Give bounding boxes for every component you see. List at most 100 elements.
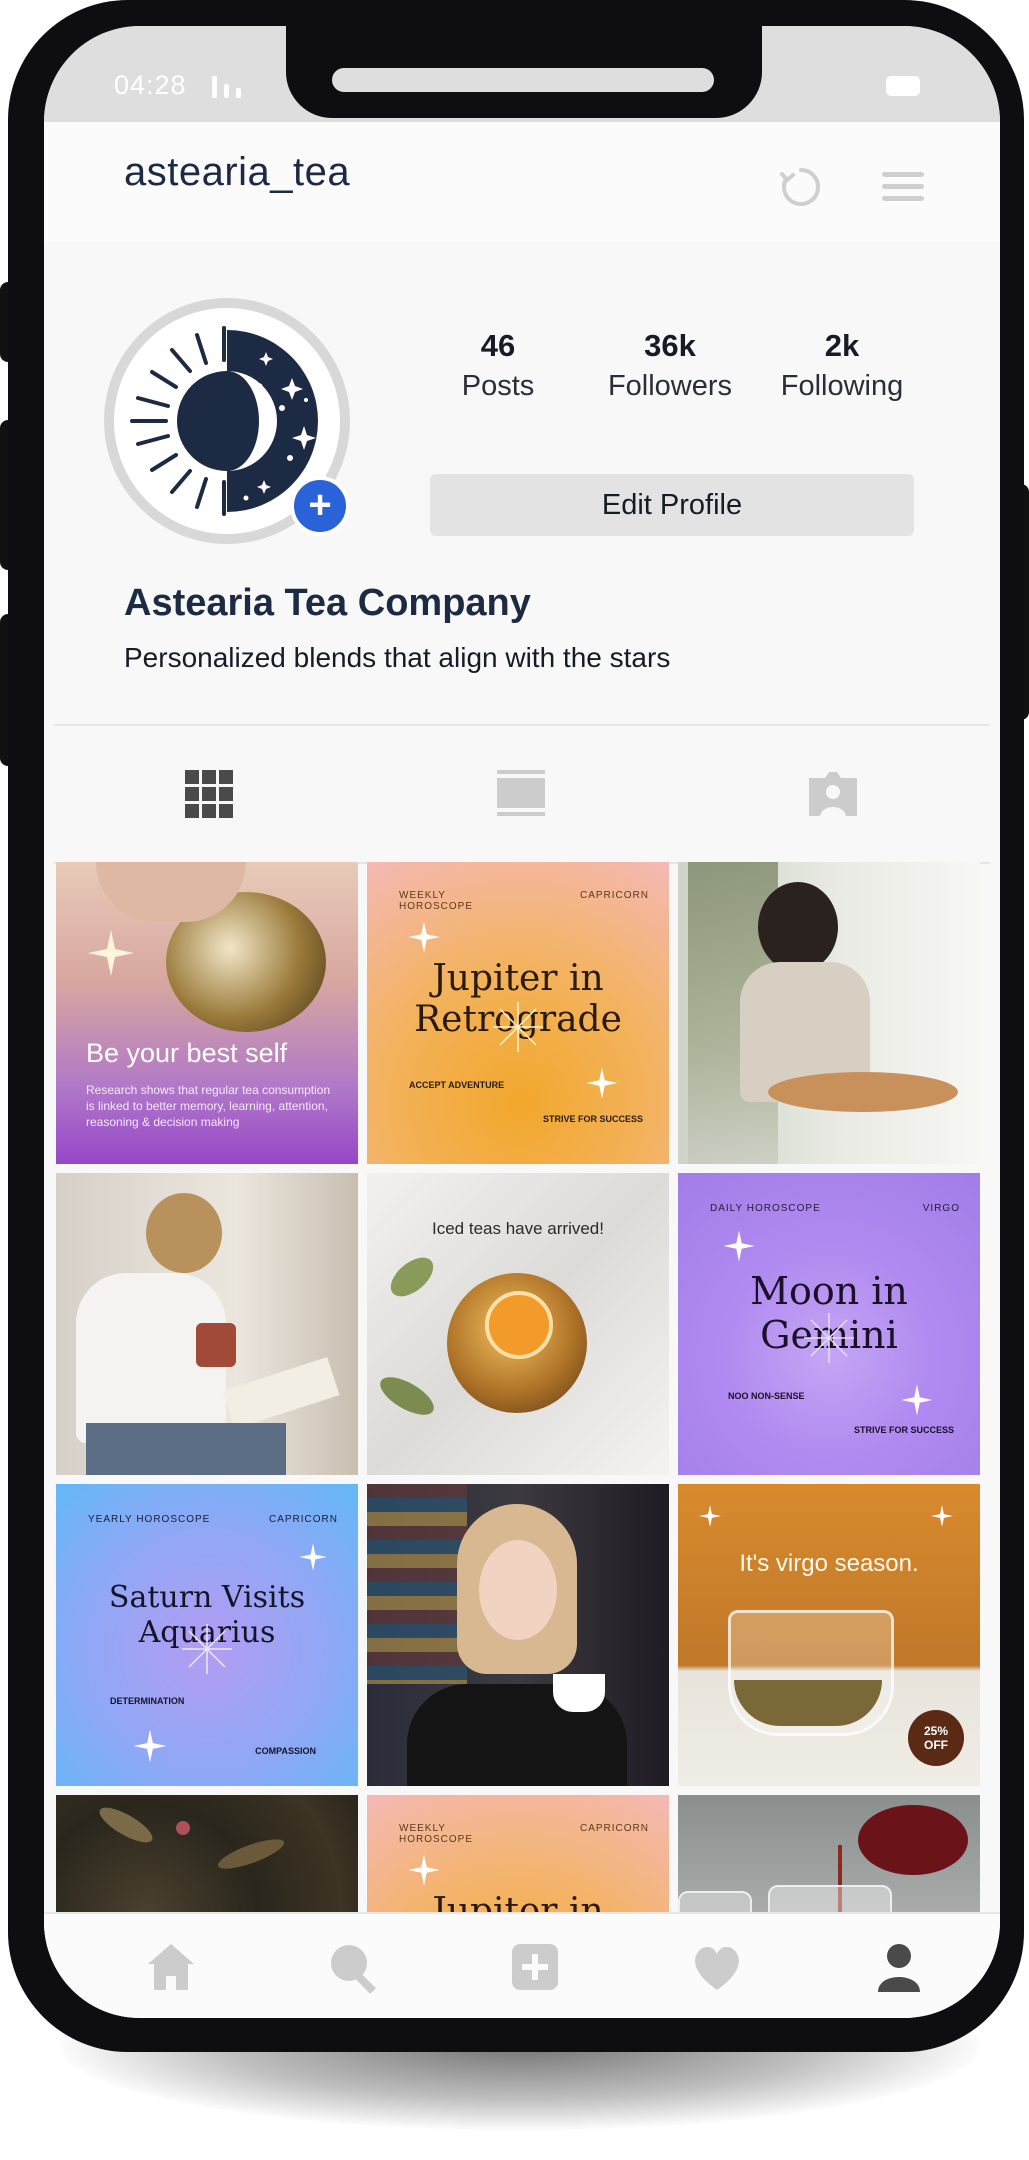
tea-leaves-image xyxy=(95,1801,157,1849)
sparkle-icon xyxy=(698,1504,722,1528)
star-icon xyxy=(182,1624,232,1674)
refresh-icon[interactable] xyxy=(780,166,822,208)
add-story-button[interactable]: + xyxy=(290,476,350,536)
sparkle-icon xyxy=(88,930,134,976)
home-icon[interactable] xyxy=(144,1940,198,1994)
book-image xyxy=(222,1356,340,1430)
post-top-left: WEEKLY HOROSCOPE xyxy=(399,890,474,912)
post-tag-right: COMPASSION xyxy=(255,1746,316,1756)
post-tag-right: STRIVE FOR SUCCESS xyxy=(853,1425,954,1435)
posts-grid: Be your best self Research shows that re… xyxy=(56,862,988,1912)
post-tag-right: STRIVE FOR SUCCESS xyxy=(542,1114,643,1124)
star-icon xyxy=(493,1002,543,1052)
profile-name: Astearia Tea Company xyxy=(124,582,531,624)
post-headline: Jupiter in Retrograde xyxy=(432,1891,604,1912)
hamburger-menu-icon[interactable] xyxy=(882,172,924,202)
tab-tagged[interactable] xyxy=(678,726,990,862)
feed-icon xyxy=(497,770,545,816)
discount-badge-line2: OFF xyxy=(924,1738,948,1752)
heart-icon[interactable] xyxy=(690,1940,744,1994)
leaf-image xyxy=(374,1369,440,1423)
post-tile[interactable]: YEARLY HOROSCOPE CAPRICORN Saturn Visits… xyxy=(56,1484,358,1786)
following-label: Following xyxy=(780,370,904,402)
post-tile[interactable]: It's virgo season. 25% OFF xyxy=(678,1484,980,1786)
post-tile[interactable] xyxy=(367,1484,669,1786)
person-hair xyxy=(146,1193,222,1273)
post-tile[interactable]: WEEKLY HOROSCOPE CAPRICORN Jupiter in Re… xyxy=(367,862,669,1164)
post-body: Research shows that regular tea consumpt… xyxy=(86,1083,331,1129)
teapot-image xyxy=(858,1805,968,1875)
grid-icon xyxy=(185,770,233,818)
discount-badge: 25% OFF xyxy=(908,1710,964,1766)
profile-header: astearia_tea xyxy=(44,122,1000,244)
following-stat[interactable]: 2k Following xyxy=(762,328,922,403)
post-tag-left: NOO NON-SENSE xyxy=(728,1391,805,1401)
flower-petal-image xyxy=(176,1821,190,1835)
post-top-left: YEARLY HOROSCOPE xyxy=(88,1514,211,1525)
tagged-icon xyxy=(809,772,857,816)
post-top-left: DAILY HOROSCOPE xyxy=(710,1203,821,1214)
posts-label: Posts xyxy=(461,370,535,402)
post-top-right: CAPRICORN xyxy=(268,1514,338,1525)
post-tile[interactable] xyxy=(56,1173,358,1475)
person-hair xyxy=(758,882,838,972)
signal-icon xyxy=(212,76,252,98)
edit-profile-button[interactable]: Edit Profile xyxy=(430,474,914,536)
post-headline: Be your best self xyxy=(86,1038,288,1068)
post-tile[interactable] xyxy=(56,1795,358,1912)
username: astearia_tea xyxy=(124,150,351,194)
followers-count: 36k xyxy=(644,328,696,363)
tray-image xyxy=(768,1072,958,1112)
leaf-image xyxy=(383,1250,441,1304)
sparkle-icon xyxy=(586,1067,618,1099)
profile-icon[interactable] xyxy=(872,1940,926,1994)
tea-liquid xyxy=(734,1680,882,1726)
bottom-navigation xyxy=(44,1912,1000,2018)
glass-cup-image xyxy=(768,1885,892,1912)
tea-leaves-image xyxy=(215,1833,287,1875)
post-top-right: VIRGO xyxy=(922,1203,960,1214)
orange-slice-image xyxy=(485,1291,553,1359)
cup-image xyxy=(553,1674,605,1712)
cup-image xyxy=(196,1323,236,1367)
phone-screen: 04:28 astearia_tea + 46 Posts 36k Follow… xyxy=(44,26,1000,2018)
sparkle-icon xyxy=(299,1543,327,1571)
post-tile[interactable] xyxy=(678,862,980,1164)
posts-stat[interactable]: 46 Posts xyxy=(418,328,578,403)
post-tag-left: DETERMINATION xyxy=(110,1696,185,1706)
post-tile[interactable]: Iced teas have arrived! xyxy=(367,1173,669,1475)
sparkle-icon xyxy=(901,1384,933,1416)
star-icon xyxy=(804,1313,854,1363)
phone-frame: 04:28 astearia_tea + 46 Posts 36k Follow… xyxy=(8,0,1024,2052)
following-count: 2k xyxy=(824,328,860,363)
post-caption: Iced teas have arrived! xyxy=(432,1219,604,1238)
glass-cup-image xyxy=(678,1891,752,1912)
sparkle-icon xyxy=(133,1729,167,1763)
jeans-image xyxy=(86,1423,286,1475)
post-top-right: CAPRICORN xyxy=(579,1823,649,1834)
search-icon[interactable] xyxy=(326,1940,380,1994)
profile-section: + 46 Posts 36k Followers 2k Following Ed… xyxy=(44,242,1000,722)
sparkle-icon xyxy=(408,921,440,953)
battery-icon xyxy=(886,76,920,96)
discount-badge-line1: 25% xyxy=(923,1724,949,1738)
post-top-left: WEEKLY HOROSCOPE xyxy=(399,1823,474,1845)
followers-label: Followers xyxy=(607,370,733,402)
post-tile[interactable] xyxy=(678,1795,980,1912)
add-post-icon[interactable] xyxy=(508,1940,562,1994)
sparkle-icon xyxy=(408,1854,440,1886)
speaker-grille xyxy=(332,68,714,92)
person-face xyxy=(479,1540,557,1640)
post-tile[interactable]: DAILY HOROSCOPE VIRGO Moon in Gemini NOO… xyxy=(678,1173,980,1475)
post-tile[interactable]: Be your best self Research shows that re… xyxy=(56,862,358,1164)
tab-feed[interactable] xyxy=(366,726,678,862)
tab-grid[interactable] xyxy=(54,726,366,862)
profile-bio: Personalized blends that align with the … xyxy=(124,642,671,673)
followers-stat[interactable]: 36k Followers xyxy=(590,328,750,403)
sparkle-icon xyxy=(723,1230,755,1262)
post-top-right: CAPRICORN xyxy=(579,890,649,901)
bookshelf-image xyxy=(367,1484,467,1684)
post-tile[interactable]: WEEKLY HOROSCOPE CAPRICORN Jupiter in Re… xyxy=(367,1795,669,1912)
post-caption: It's virgo season. xyxy=(739,1550,919,1577)
post-tag-left: ACCEPT ADVENTURE xyxy=(409,1080,505,1090)
